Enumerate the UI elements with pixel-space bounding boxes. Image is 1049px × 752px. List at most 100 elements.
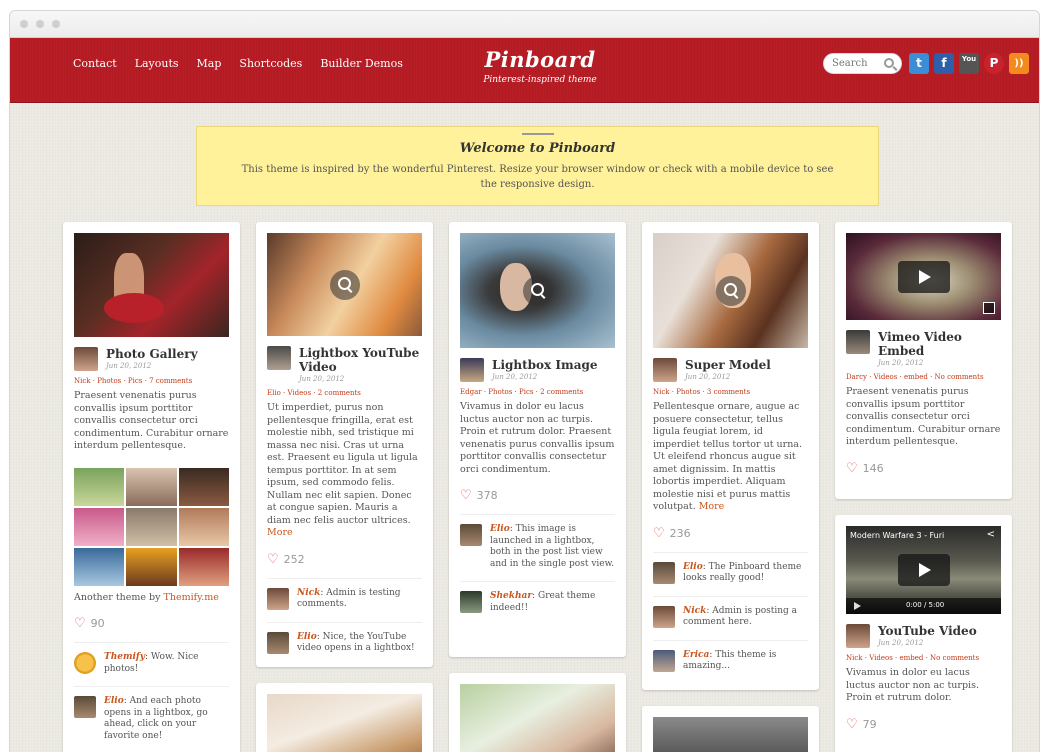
gallery-thumb[interactable]: [178, 507, 229, 546]
comment-author[interactable]: Elio: [297, 632, 317, 642]
play-icon[interactable]: [897, 554, 950, 586]
nav-item-builder-demos[interactable]: Builder Demos: [320, 57, 403, 70]
post-meta[interactable]: Elio · Videos · 2 comments: [267, 389, 422, 397]
heart-icon[interactable]: ♡: [846, 461, 858, 476]
zoom-icon[interactable]: [715, 275, 746, 306]
like-counter[interactable]: ♡ 79: [846, 717, 1001, 732]
comment-author[interactable]: Nick: [297, 588, 320, 598]
gallery-thumb[interactable]: [126, 467, 177, 506]
video-player[interactable]: Modern Warfare 3 - Furi < 0:00 / 5:00: [846, 526, 1001, 614]
avatar[interactable]: [653, 358, 677, 382]
like-counter[interactable]: ♡ 378: [460, 488, 615, 503]
gallery-thumb[interactable]: [178, 467, 229, 506]
gallery-thumb[interactable]: [74, 467, 125, 506]
post-title[interactable]: Lightbox Image: [492, 358, 598, 372]
post-excerpt: Vivamus in dolor eu lacus luctus auctor …: [460, 401, 615, 475]
gallery-thumb[interactable]: [74, 547, 125, 586]
twitter-icon[interactable]: t: [909, 53, 929, 74]
post-card-family: [449, 673, 626, 752]
like-counter[interactable]: ♡ 90: [74, 616, 229, 631]
like-counter[interactable]: ♡ 146: [846, 461, 1001, 476]
post-meta[interactable]: Nick · Photos · 3 comments: [653, 388, 808, 396]
heart-icon[interactable]: ♡: [267, 552, 279, 567]
post-image[interactable]: [267, 233, 422, 336]
like-counter[interactable]: ♡ 252: [267, 552, 422, 567]
nav-item-map[interactable]: Map: [197, 57, 222, 70]
post-title[interactable]: Photo Gallery: [106, 347, 198, 361]
post-meta[interactable]: Darcy · Videos · embed · No comments: [846, 373, 1001, 381]
comment-author[interactable]: Erica: [683, 650, 709, 660]
post-header: Vimeo Video Embed Jun 20, 2012: [846, 330, 1001, 367]
post-meta[interactable]: Edgar · Photos · Pics · 2 comments: [460, 388, 615, 396]
post-image[interactable]: [460, 684, 615, 752]
heart-icon[interactable]: ♡: [74, 616, 86, 631]
avatar[interactable]: [460, 524, 482, 546]
avatar[interactable]: [267, 346, 291, 370]
post-image[interactable]: [653, 233, 808, 348]
post-title[interactable]: Vimeo Video Embed: [878, 330, 1001, 358]
like-counter[interactable]: ♡ 236: [653, 526, 808, 541]
post-image[interactable]: [267, 694, 422, 752]
gallery-thumb[interactable]: [126, 547, 177, 586]
more-link[interactable]: More: [267, 527, 293, 538]
gallery-thumb[interactable]: [74, 507, 125, 546]
comment: Elio: This image is launched in a lightb…: [460, 514, 615, 570]
comment-author[interactable]: Shekhar: [490, 591, 532, 601]
avatar[interactable]: [846, 330, 870, 354]
avatar[interactable]: [267, 631, 289, 654]
avatar[interactable]: [74, 652, 96, 674]
themify-link[interactable]: Themify.me: [164, 592, 219, 603]
post-meta[interactable]: Nick · Photos · Pics · 7 comments: [74, 377, 229, 385]
nav-item-contact[interactable]: Contact: [73, 57, 117, 70]
gallery-thumb[interactable]: [178, 547, 229, 586]
heart-icon[interactable]: ♡: [653, 526, 665, 541]
site-logo[interactable]: Pinboard Pinterest-inspired theme: [440, 47, 640, 85]
zoom-icon[interactable]: [329, 269, 360, 300]
facebook-icon[interactable]: f: [934, 53, 954, 74]
comment-author[interactable]: Elio: [490, 524, 510, 534]
search-icon[interactable]: [884, 58, 894, 68]
post-date: Jun 20, 2012: [492, 373, 538, 381]
nav-item-shortcodes[interactable]: Shortcodes: [239, 57, 302, 70]
post-card-cupcakes: [256, 683, 433, 752]
site-title[interactable]: Pinboard: [440, 47, 640, 72]
search-input[interactable]: [832, 58, 884, 69]
avatar[interactable]: [846, 624, 870, 648]
comment-author[interactable]: Themify: [104, 652, 145, 662]
pinterest-icon[interactable]: P: [984, 53, 1004, 74]
fullscreen-icon[interactable]: [983, 302, 995, 314]
avatar[interactable]: [653, 649, 675, 672]
post-image[interactable]: [74, 233, 229, 337]
post-meta[interactable]: Nick · Videos · embed · No comments: [846, 654, 1001, 662]
window-dot[interactable]: [36, 20, 44, 28]
post-image[interactable]: [460, 233, 615, 348]
avatar[interactable]: [74, 696, 96, 718]
avatar[interactable]: [653, 605, 675, 628]
avatar[interactable]: [653, 561, 675, 584]
avatar[interactable]: [267, 587, 289, 610]
avatar[interactable]: [460, 358, 484, 382]
comment-author[interactable]: Nick: [683, 606, 706, 616]
video-player[interactable]: [846, 233, 1001, 320]
more-link[interactable]: More: [699, 501, 725, 512]
youtube-icon[interactable]: You: [959, 53, 979, 74]
zoom-icon[interactable]: [522, 275, 553, 306]
share-icon[interactable]: <: [987, 529, 995, 540]
post-image[interactable]: [653, 717, 808, 752]
comment-author[interactable]: Elio: [683, 562, 703, 572]
avatar[interactable]: [460, 591, 482, 613]
play-small-icon[interactable]: [854, 602, 861, 610]
post-title[interactable]: Super Model: [685, 358, 771, 372]
window-dot[interactable]: [52, 20, 60, 28]
rss-icon[interactable]: )): [1009, 53, 1029, 74]
heart-icon[interactable]: ♡: [846, 717, 858, 732]
nav-item-layouts[interactable]: Layouts: [135, 57, 179, 70]
play-icon[interactable]: [897, 260, 950, 293]
avatar[interactable]: [74, 347, 98, 371]
window-dot[interactable]: [20, 20, 28, 28]
heart-icon[interactable]: ♡: [460, 488, 472, 503]
gallery-thumb[interactable]: [126, 507, 177, 546]
comment-author[interactable]: Elio: [104, 696, 124, 706]
post-title[interactable]: YouTube Video: [878, 624, 977, 638]
post-title[interactable]: Lightbox YouTube Video: [299, 346, 422, 374]
